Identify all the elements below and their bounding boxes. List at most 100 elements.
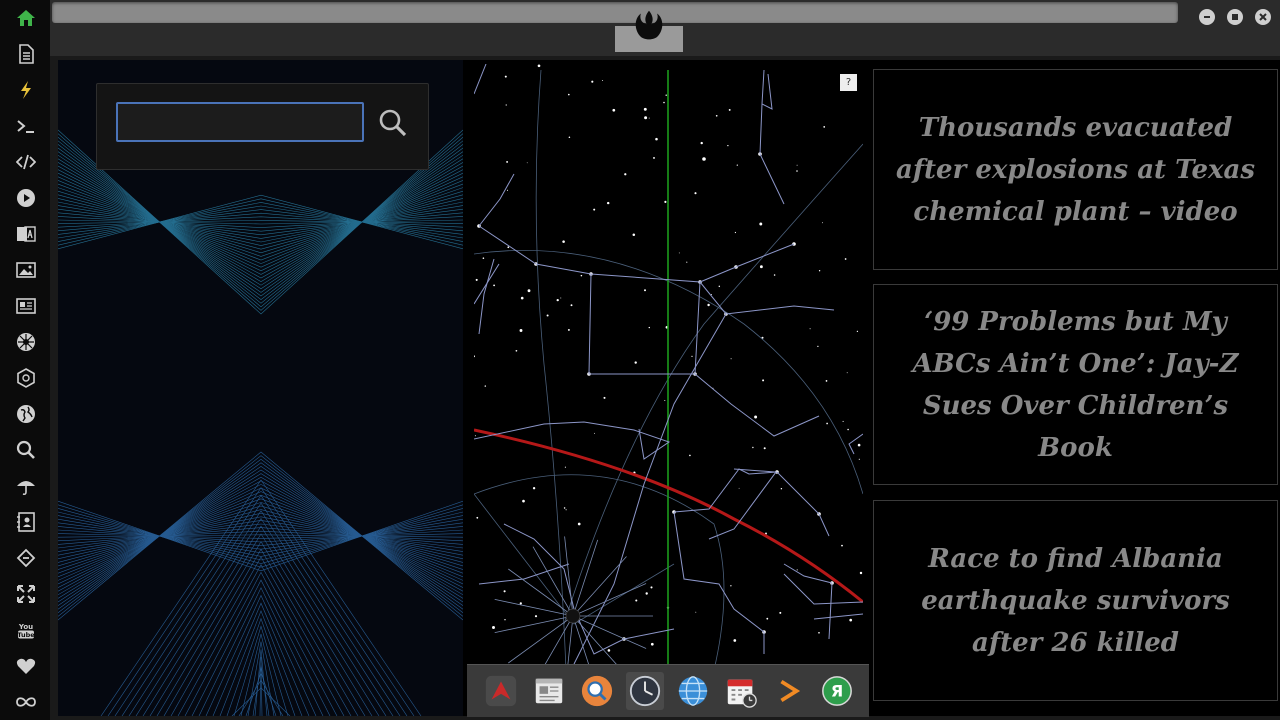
star xyxy=(476,516,479,519)
dock-app-globe[interactable] xyxy=(674,672,712,710)
star xyxy=(567,328,570,331)
star xyxy=(695,611,697,613)
infinity-icon[interactable] xyxy=(13,689,39,715)
star xyxy=(766,617,769,620)
youtube-icon[interactable]: You Tube xyxy=(13,617,39,643)
news-headline: ‘99 Problems but My ABCs Ain’t One’: Jay… xyxy=(912,306,1239,463)
news-card[interactable]: Race to find Albania earthquake survivor… xyxy=(873,500,1278,701)
pattern-line xyxy=(58,466,463,606)
dock-app-sublime[interactable] xyxy=(770,672,808,710)
star xyxy=(738,487,740,489)
star xyxy=(818,631,820,634)
maximize-icon xyxy=(1232,14,1238,20)
star xyxy=(645,592,648,595)
expand-icon[interactable] xyxy=(13,581,39,607)
star xyxy=(648,117,650,119)
play-icon[interactable] xyxy=(13,185,39,211)
heart-icon[interactable] xyxy=(13,653,39,679)
star xyxy=(825,380,828,382)
pattern-line xyxy=(58,484,463,588)
pattern-line xyxy=(58,509,463,563)
search-input[interactable] xyxy=(116,102,364,142)
home-icon[interactable] xyxy=(13,5,39,31)
star xyxy=(648,326,650,329)
star xyxy=(504,75,507,78)
lightning-icon[interactable] xyxy=(13,77,39,103)
close-button[interactable] xyxy=(1255,9,1271,25)
star xyxy=(580,274,583,277)
umbrella-icon[interactable] xyxy=(13,473,39,499)
star xyxy=(482,257,485,259)
minimize-button[interactable] xyxy=(1199,9,1215,25)
star xyxy=(779,611,782,614)
translate-icon[interactable] xyxy=(13,221,39,247)
star xyxy=(689,454,691,457)
star xyxy=(663,101,665,104)
pattern-line xyxy=(58,194,463,250)
news-card[interactable]: Thousands evacuated after explosions at … xyxy=(873,69,1278,270)
star xyxy=(568,93,570,96)
dock-app-arrow[interactable] xyxy=(482,672,520,710)
address-bar[interactable] xyxy=(52,2,1178,23)
star xyxy=(568,136,571,138)
dock-app-yandex[interactable]: Я xyxy=(818,672,856,710)
dock-app-search[interactable] xyxy=(578,672,616,710)
rebel-alliance-icon[interactable] xyxy=(13,329,39,355)
help-button[interactable]: ? xyxy=(840,74,857,91)
pattern-line xyxy=(58,194,463,250)
globe-icon[interactable] xyxy=(13,401,39,427)
galactic-empire-icon[interactable] xyxy=(13,365,39,391)
dock-app-calendar[interactable] xyxy=(722,672,760,710)
maximize-button[interactable] xyxy=(1227,9,1243,25)
tag-link-icon[interactable] xyxy=(13,545,39,571)
svg-text:Я: Я xyxy=(831,682,843,701)
star xyxy=(718,285,721,288)
terminal-icon[interactable] xyxy=(13,113,39,139)
star xyxy=(773,274,776,276)
image-icon[interactable] xyxy=(13,257,39,283)
svg-text:Tube: Tube xyxy=(17,631,35,639)
star xyxy=(818,270,821,272)
pattern-line xyxy=(58,455,463,617)
pattern-line xyxy=(58,154,463,290)
star xyxy=(686,261,688,263)
star xyxy=(759,265,763,269)
star xyxy=(691,355,693,357)
star xyxy=(484,385,487,387)
sky-map[interactable] xyxy=(474,64,863,670)
star xyxy=(759,222,763,226)
star xyxy=(655,137,658,141)
star xyxy=(504,619,506,621)
star xyxy=(492,626,495,629)
star xyxy=(634,361,637,364)
star xyxy=(730,358,732,360)
star xyxy=(520,296,524,300)
dock-app-clock[interactable] xyxy=(626,672,664,710)
search-icon xyxy=(379,109,407,137)
star xyxy=(817,345,819,348)
star xyxy=(859,571,863,575)
pattern-line xyxy=(58,473,463,599)
star xyxy=(635,599,638,602)
star xyxy=(844,258,847,260)
newspaper-icon[interactable] xyxy=(13,293,39,319)
code-icon[interactable] xyxy=(13,149,39,175)
star xyxy=(842,420,844,422)
dock-app-news-reader[interactable] xyxy=(530,672,568,710)
star xyxy=(519,329,523,332)
search-button[interactable] xyxy=(376,106,410,140)
star xyxy=(562,240,565,243)
star xyxy=(796,170,798,172)
document-icon[interactable] xyxy=(13,41,39,67)
star xyxy=(603,396,606,399)
star xyxy=(754,415,758,419)
star xyxy=(505,104,507,106)
pattern-line xyxy=(58,458,463,614)
contacts-icon[interactable] xyxy=(13,509,39,535)
star xyxy=(602,80,604,81)
search-icon[interactable] xyxy=(13,437,39,463)
star xyxy=(727,144,729,147)
pattern-line xyxy=(58,494,463,578)
news-card[interactable]: ‘99 Problems but My ABCs Ain’t One’: Jay… xyxy=(873,284,1278,485)
star xyxy=(796,569,798,571)
